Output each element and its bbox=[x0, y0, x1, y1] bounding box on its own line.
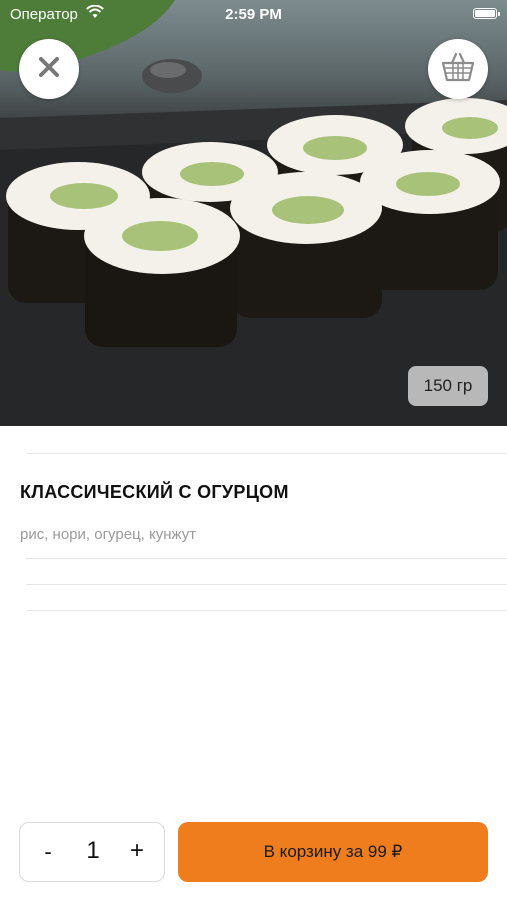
decrease-button[interactable]: - bbox=[38, 839, 58, 865]
status-time: 2:59 PM bbox=[225, 6, 282, 23]
quantity-value: 1 bbox=[86, 837, 100, 864]
close-icon bbox=[38, 56, 60, 83]
divider bbox=[26, 584, 507, 585]
product-title: КЛАССИЧЕСКИЙ С ОГУРЦОМ bbox=[20, 482, 289, 502]
divider bbox=[26, 610, 507, 611]
add-to-cart-button[interactable]: В корзину за 99 ₽ bbox=[178, 822, 488, 882]
product-ingredients: рис, нори, огурец, кунжут bbox=[20, 526, 197, 543]
battery-icon bbox=[473, 8, 500, 19]
cart-button[interactable] bbox=[428, 39, 488, 99]
increase-button[interactable]: + bbox=[126, 837, 148, 865]
weight-badge: 150 гр bbox=[408, 366, 488, 406]
quantity-stepper: - 1 + bbox=[19, 822, 165, 882]
add-to-cart-label: В корзину за 99 ₽ bbox=[263, 842, 403, 861]
divider bbox=[26, 453, 507, 454]
divider bbox=[26, 558, 507, 559]
close-button[interactable] bbox=[19, 39, 79, 99]
status-bar: Оператор 2:59 PM bbox=[0, 0, 507, 28]
basket-icon bbox=[441, 52, 475, 87]
